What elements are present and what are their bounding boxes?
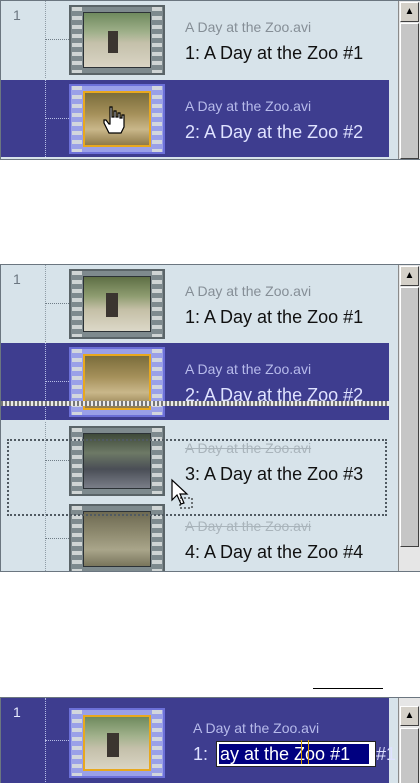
clip-thumbnail: [83, 276, 151, 332]
clip-row-1[interactable]: A Day at the Zoo.avi 1: ay at the Zoo #1…: [1, 698, 396, 783]
scroll-up-arrow-icon[interactable]: ▲: [400, 266, 419, 286]
row-gutter: [1, 265, 45, 342]
clip-number: 1:: [193, 744, 209, 764]
scroll-thumb[interactable]: [400, 728, 419, 783]
sprocket-holes: [72, 86, 82, 152]
scene-number: 1: [13, 271, 21, 287]
scene-number: 1: [13, 704, 21, 720]
clip-title-suffix: #1: [376, 744, 397, 764]
storyboard-panel-3: A Day at the Zoo.avi 1: ay at the Zoo #1…: [0, 697, 420, 783]
clip-thumbnail: [83, 12, 151, 68]
tree-branch: [45, 303, 69, 304]
clip-filename: A Day at the Zoo.avi: [185, 19, 312, 35]
tree-branch: [45, 740, 69, 741]
thumbnail-figure: [106, 293, 118, 317]
clip-filename: A Day at the Zoo.avi: [185, 98, 312, 114]
clip-thumbnail: [83, 511, 151, 567]
clip-title[interactable]: 1: A Day at the Zoo #1: [185, 307, 363, 328]
clip-filename: A Day at the Zoo.avi: [185, 361, 312, 377]
vertical-scrollbar[interactable]: ▲: [398, 1, 420, 159]
film-strip-icon[interactable]: [69, 708, 165, 778]
clip-thumbnail: [83, 715, 151, 771]
row-gutter: [1, 1, 45, 78]
sprocket-holes: [152, 710, 162, 776]
clip-row-1[interactable]: A Day at the Zoo.avi 1: A Day at the Zoo…: [1, 265, 389, 342]
thumbnail-figure: [108, 31, 118, 53]
clip-filename: A Day at the Zoo.avi: [185, 518, 312, 534]
clip-row-2[interactable]: A Day at the Zoo.avi 2: A Day at the Zoo…: [1, 343, 389, 420]
text-caret: [301, 740, 309, 764]
scroll-thumb[interactable]: [400, 287, 419, 547]
drop-insertion-marker: [1, 401, 389, 406]
film-strip-icon[interactable]: [69, 347, 165, 417]
sprocket-holes: [152, 7, 162, 73]
clip-title[interactable]: 2: A Day at the Zoo #2: [185, 122, 363, 143]
row-gutter: [1, 343, 45, 420]
sprocket-holes: [72, 271, 82, 337]
clip-title[interactable]: 1: A Day at the Zoo #1: [185, 43, 363, 64]
sprocket-holes: [152, 86, 162, 152]
storyboard-panel-2: A Day at the Zoo.avi 1: A Day at the Zoo…: [0, 264, 420, 572]
row-gutter: [1, 80, 45, 157]
rename-input[interactable]: ay at the Zoo #1: [216, 740, 376, 767]
tree-branch: [45, 39, 69, 40]
thumbnail-figure: [107, 733, 119, 757]
scroll-up-arrow-icon[interactable]: ▲: [400, 2, 419, 22]
clip-row-2[interactable]: A Day at the Zoo.avi 2: A Day at the Zoo…: [1, 80, 389, 157]
sprocket-holes: [152, 271, 162, 337]
row-gutter: [1, 698, 45, 783]
vertical-scrollbar[interactable]: ▲: [398, 698, 420, 783]
divider-line: [313, 688, 383, 689]
hand-cursor-icon: [103, 106, 125, 134]
sprocket-holes: [72, 7, 82, 73]
rename-selected-text[interactable]: ay at the Zoo #1: [219, 744, 369, 764]
clip-row-1[interactable]: A Day at the Zoo.avi 1: A Day at the Zoo…: [1, 1, 389, 78]
scene-number: 1: [13, 7, 21, 23]
scroll-up-arrow-icon[interactable]: ▲: [400, 706, 419, 726]
scroll-thumb[interactable]: [400, 23, 419, 159]
film-strip-icon[interactable]: [69, 269, 165, 339]
tree-branch: [45, 381, 69, 382]
sprocket-holes: [72, 710, 82, 776]
tree-branch: [45, 118, 69, 119]
clip-filename: A Day at the Zoo.avi: [193, 720, 320, 736]
tree-branch: [45, 538, 69, 539]
vertical-scrollbar[interactable]: ▲: [398, 265, 420, 571]
film-strip-icon[interactable]: [69, 5, 165, 75]
clip-title[interactable]: 4: A Day at the Zoo #4: [185, 542, 363, 563]
storyboard-panel-1: A Day at the Zoo.avi 1: A Day at the Zoo…: [0, 0, 420, 160]
clip-filename: A Day at the Zoo.avi: [185, 283, 312, 299]
drag-arrow-cursor-icon: [171, 478, 193, 509]
